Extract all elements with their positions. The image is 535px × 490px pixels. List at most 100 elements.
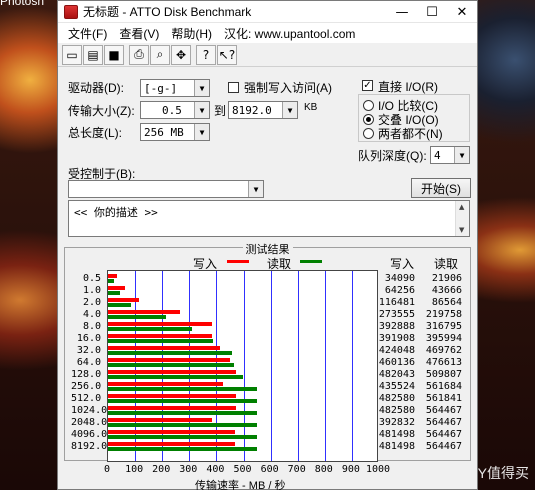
- read-value: 395994: [425, 333, 462, 344]
- new-file-icon[interactable]: ▭: [62, 44, 82, 65]
- write-bar: [108, 310, 181, 314]
- kb-label: KB: [304, 102, 318, 113]
- menu-help[interactable]: 帮助(H): [165, 25, 218, 42]
- help-icon[interactable]: ?: [196, 44, 216, 65]
- x-tick-label: 300: [179, 464, 198, 475]
- chevron-down-icon[interactable]: ▼: [194, 124, 209, 140]
- open-folder-icon[interactable]: ▤: [83, 44, 103, 65]
- queue-depth-select[interactable]: 4 ▼: [430, 146, 470, 164]
- menu-localization[interactable]: 汉化: www.upantool.com: [218, 25, 361, 42]
- write-value: 116481: [378, 297, 415, 308]
- write-value: 64256: [384, 285, 415, 296]
- force-write-label: 强制写入访问(A): [244, 81, 332, 95]
- write-value: 482580: [378, 393, 415, 404]
- window-title: 无标题 - ATTO Disk Benchmark: [83, 5, 252, 19]
- read-bar: [108, 303, 131, 307]
- chevron-down-icon[interactable]: ▼: [454, 147, 469, 163]
- move-icon[interactable]: ✥: [171, 44, 191, 65]
- maximize-button[interactable]: ☐: [417, 1, 447, 23]
- transfer-size-label: 1024.0: [71, 405, 108, 416]
- write-bar: [108, 274, 118, 278]
- total-length-select[interactable]: 256 MB ▼: [140, 123, 210, 141]
- x-tick-label: 600: [260, 464, 279, 475]
- io-compare-radio[interactable]: [363, 100, 374, 111]
- direct-io-checkbox[interactable]: ✓: [362, 80, 373, 91]
- chevron-down-icon[interactable]: ▼: [194, 80, 209, 96]
- transfer-size-label: 8192.0: [71, 441, 108, 452]
- read-value: 21906: [431, 273, 462, 284]
- x-tick-label: 100: [125, 464, 144, 475]
- chevron-down-icon[interactable]: ▼: [194, 102, 209, 118]
- x-tick-label: 700: [287, 464, 306, 475]
- write-value: 435524: [378, 381, 415, 392]
- atto-window: 无标题 - ATTO Disk Benchmark — ☐ ✕ 文件(F) 查看…: [57, 0, 478, 490]
- transfer-to-value: 8192.0: [232, 103, 272, 117]
- controlled-by-select[interactable]: ▼: [68, 180, 264, 198]
- write-value: 392888: [378, 321, 415, 332]
- save-icon[interactable]: ■: [104, 44, 124, 65]
- overlap-io-radio[interactable]: [363, 114, 374, 125]
- read-value: 561684: [425, 381, 462, 392]
- scroll-up-icon[interactable]: ▲: [459, 203, 464, 211]
- x-tick-label: 500: [233, 464, 252, 475]
- transfer-size-label: 128.0: [71, 369, 102, 380]
- transfer-size-label: 16.0: [76, 333, 101, 344]
- write-value: 481498: [378, 441, 415, 452]
- print-preview-icon[interactable]: ⌕: [150, 44, 170, 65]
- read-value: 564467: [425, 405, 462, 416]
- title-bar[interactable]: 无标题 - ATTO Disk Benchmark — ☐ ✕: [58, 1, 477, 23]
- drive-value: [-g-]: [144, 81, 178, 95]
- app-icon: [64, 4, 78, 19]
- start-button[interactable]: 开始(S): [411, 178, 471, 198]
- chevron-down-icon[interactable]: ▼: [248, 181, 263, 197]
- gridline: [243, 271, 245, 461]
- write-value: 34090: [384, 273, 415, 284]
- read-bar: [108, 279, 114, 283]
- write-value: 391908: [378, 333, 415, 344]
- total-length-value: 256 MB: [144, 125, 184, 139]
- write-bar: [108, 334, 212, 338]
- transfer-size-label: 256.0: [71, 381, 102, 392]
- write-value: 481498: [378, 429, 415, 440]
- transfer-size-label: 1.0: [82, 285, 101, 296]
- read-value: 561841: [425, 393, 462, 404]
- transfer-from-select[interactable]: 0.5 ▼: [140, 101, 210, 119]
- read-bar: [108, 399, 257, 403]
- transfer-to-select[interactable]: 8192.0 ▼: [228, 101, 298, 119]
- force-write-checkbox[interactable]: [228, 82, 239, 93]
- x-tick-label: 400: [206, 464, 225, 475]
- read-legend-swatch: [300, 260, 322, 263]
- read-bar: [108, 447, 258, 451]
- chevron-down-icon[interactable]: ▼: [282, 102, 297, 118]
- transfer-size-label: 0.5: [82, 273, 101, 284]
- transfer-size-label: 8.0: [82, 321, 101, 332]
- minimize-button[interactable]: —: [387, 1, 417, 23]
- read-bar: [108, 291, 120, 295]
- queue-depth-value: 4: [434, 148, 441, 162]
- close-button[interactable]: ✕: [447, 1, 477, 23]
- neither-radio[interactable]: [363, 128, 374, 139]
- read-bar: [108, 327, 192, 331]
- read-value: 469762: [425, 345, 462, 356]
- drive-select[interactable]: [-g-] ▼: [140, 79, 210, 97]
- x-tick-label: 800: [314, 464, 333, 475]
- print-icon[interactable]: ⎙: [129, 44, 149, 65]
- read-bar: [108, 435, 258, 439]
- read-bar: [108, 387, 257, 391]
- read-value: 86564: [431, 297, 462, 308]
- menu-bar: 文件(F) 查看(V) 帮助(H) 汉化: www.upantool.com: [58, 23, 477, 43]
- queue-depth-label: 队列深度(Q):: [358, 149, 427, 163]
- menu-file[interactable]: 文件(F): [62, 25, 113, 42]
- write-bar: [108, 442, 236, 446]
- total-length-label: 总长度(L):: [68, 126, 123, 140]
- context-help-icon[interactable]: ↖?: [217, 44, 237, 65]
- transfer-size-label: 传输大小(Z):: [68, 104, 135, 118]
- desktop-text: Photosh: [0, 0, 45, 8]
- write-value: 424048: [378, 345, 415, 356]
- menu-view[interactable]: 查看(V): [113, 25, 165, 42]
- description-box[interactable]: << 你的描述 >> ▲ ▼: [68, 200, 470, 237]
- scroll-down-icon[interactable]: ▼: [459, 226, 464, 234]
- description-scrollbar[interactable]: ▲ ▼: [455, 201, 469, 236]
- transfer-size-label: 4.0: [82, 309, 101, 320]
- results-panel: 测试结果 写入 读取 写入 读取 传输速率 - MB / 秒 0 100 200 30…: [64, 243, 471, 490]
